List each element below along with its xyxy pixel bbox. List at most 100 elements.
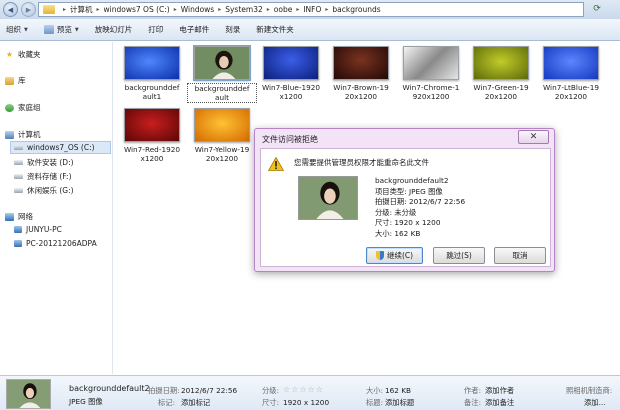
chevron-icon: ▸: [296, 6, 300, 13]
details-file-type: JPEG 图像: [69, 397, 103, 406]
rating-stars[interactable]: ☆☆☆☆☆: [283, 385, 324, 394]
drive-icon: [14, 145, 23, 150]
file-thumbnail: [263, 46, 319, 80]
dialog-title: 文件访问被拒绝: [262, 135, 318, 144]
star-icon: ★: [5, 50, 14, 59]
new-folder-button[interactable]: 新建文件夹: [256, 24, 294, 35]
file-thumbnail: [124, 46, 180, 80]
file-item[interactable]: backgrounddef ault1: [117, 43, 187, 111]
breadcrumb-system32[interactable]: System32: [225, 5, 263, 14]
photo-thumbnail: [193, 45, 251, 81]
chevron-icon: ▸: [173, 6, 177, 13]
breadcrumb-info[interactable]: INFO: [303, 5, 321, 14]
details-date-value[interactable]: 2012/6/7 22:56: [181, 386, 237, 395]
refresh-icon[interactable]: ⟳: [590, 3, 604, 16]
details-author-value[interactable]: 添加作者: [485, 386, 514, 396]
back-button[interactable]: ◀: [3, 2, 18, 17]
folder-icon: [43, 5, 55, 14]
breadcrumb-backgrounds[interactable]: backgrounds: [332, 5, 380, 14]
file-thumbnail: [194, 108, 250, 142]
file-thumbnail: [543, 46, 599, 80]
chevron-icon: ▸: [63, 6, 67, 13]
navigation-pane: ★ 收藏夹 库 家庭组 计算机 windows7_OS (C:) 软件安装 (D:…: [0, 42, 113, 374]
file-info: backgrounddefault2 项目类型: JPEG 图像 拍摄日期: 2…: [375, 176, 465, 239]
details-pane: backgrounddefault2 JPEG 图像 拍摄日期: 2012/6/…: [0, 375, 620, 410]
address-bar[interactable]: ▸ 计算机 ▸ windows7 OS (C:) ▸ Windows ▸ Sys…: [38, 2, 584, 17]
file-item[interactable]: Win7-Brown-19 20x1200: [326, 43, 396, 111]
skip-button[interactable]: 跳过(S): [433, 247, 485, 264]
nav-drive-c[interactable]: windows7_OS (C:): [10, 141, 111, 154]
burn-button[interactable]: 刻录: [225, 24, 240, 35]
nav-network[interactable]: 网络: [5, 211, 33, 222]
nav-drive-f[interactable]: 资料存储 (F:): [14, 171, 72, 182]
slideshow-button[interactable]: 放映幻灯片: [95, 24, 133, 35]
nav-homegroup[interactable]: 家庭组: [5, 102, 41, 113]
email-button[interactable]: 电子邮件: [179, 24, 209, 35]
file-item[interactable]: Win7-Green-19 20x1200: [466, 43, 536, 111]
nav-favorites[interactable]: ★ 收藏夹: [5, 49, 41, 60]
file-preview-image: [298, 176, 358, 220]
drive-icon: [14, 188, 23, 193]
breadcrumb-drive-c[interactable]: windows7 OS (C:): [104, 5, 170, 14]
breadcrumb-oobe[interactable]: oobe: [274, 5, 293, 14]
organize-button[interactable]: 组织 ▼: [6, 24, 28, 35]
details-file-name: backgrounddefault2: [69, 384, 150, 393]
file-type: 项目类型: JPEG 图像: [375, 186, 443, 196]
nav-computer[interactable]: 计算机: [5, 129, 41, 140]
warning-icon: [268, 157, 284, 171]
details-comment-label: 备注:: [464, 398, 482, 407]
print-button[interactable]: 打印: [148, 24, 163, 35]
preview-icon: [43, 25, 54, 34]
address-row: ◀ ▶ ▸ 计算机 ▸ windows7 OS (C:) ▸ Windows ▸…: [0, 0, 620, 19]
nav-pc-2012[interactable]: PC-20121206ADPA: [14, 239, 97, 248]
details-author-label: 作者:: [464, 386, 482, 395]
drive-icon: [14, 174, 23, 179]
file-item[interactable]: Win7-LtBlue-19 20x1200: [536, 43, 606, 111]
nav-libraries[interactable]: 库: [5, 75, 26, 86]
continue-button[interactable]: 继续(C): [366, 247, 423, 264]
close-button[interactable]: ✕: [518, 130, 549, 144]
file-thumbnail: [124, 108, 180, 142]
preview-button[interactable]: 预览 ▼: [43, 24, 79, 35]
details-size-value: 162 KB: [385, 386, 412, 395]
file-item[interactable]: Win7-Blue-1920 x1200: [256, 43, 326, 111]
forward-button[interactable]: ▶: [21, 2, 36, 17]
nav-pc-junyu[interactable]: JUNYU-PC: [14, 225, 62, 234]
command-bar: 组织 ▼ 预览 ▼ 放映幻灯片 打印 电子邮件 刻录 新建文件夹: [0, 19, 620, 41]
dialog-body: 您需要提供管理员权限才能重命名此文件 backgrounddefault2 项目…: [260, 148, 551, 267]
file-name: backgrounddefault2: [375, 176, 449, 185]
breadcrumb-computer[interactable]: 计算机: [70, 4, 93, 15]
library-icon: [5, 76, 14, 85]
file-date-taken: 拍摄日期: 2012/6/7 22:56: [375, 197, 466, 206]
details-date-label: 拍摄日期:: [148, 386, 180, 395]
homegroup-icon: [5, 103, 14, 112]
file-item[interactable]: backgrounddef ault: [187, 43, 257, 111]
file-rating: 分级: 未分级: [375, 207, 417, 217]
file-thumbnail: [333, 46, 389, 80]
cancel-button[interactable]: 取消: [494, 247, 546, 264]
nav-drive-g[interactable]: 休闲娱乐 (G:): [14, 185, 74, 196]
details-comment-value[interactable]: 添加备注: [485, 398, 514, 408]
file-thumbnail: [473, 46, 529, 80]
caret-down-icon: ▼: [24, 26, 28, 33]
details-camera-label: 照相机制造商:: [566, 386, 613, 395]
details-tags-value[interactable]: 添加标记: [181, 398, 210, 408]
details-title-value[interactable]: 添加标题: [385, 398, 414, 408]
details-camera-value[interactable]: 添加...: [584, 398, 606, 408]
file-access-denied-dialog: 文件访问被拒绝 ✕ 您需要提供管理员权限才能重命名此文件 backgroundd…: [254, 128, 555, 272]
details-size-label: 大小:: [366, 386, 384, 395]
details-rating-label: 分级:: [262, 386, 280, 395]
file-item[interactable]: Win7-Red-1920 x1200: [117, 105, 187, 173]
file-thumbnail: [403, 46, 459, 80]
dialog-message: 您需要提供管理员权限才能重命名此文件: [294, 158, 429, 167]
monitor-icon: [14, 240, 22, 247]
uac-shield-icon: [375, 251, 384, 260]
computer-icon: [5, 130, 14, 139]
file-item[interactable]: Win7-Chrome-1 920x1200: [396, 43, 466, 111]
file-size: 大小: 162 KB: [375, 228, 421, 238]
chevron-icon: ▸: [96, 6, 100, 13]
nav-drive-d[interactable]: 软件安装 (D:): [14, 157, 74, 168]
file-item[interactable]: Win7-Yellow-19 20x1200: [187, 105, 257, 173]
breadcrumb-windows[interactable]: Windows: [181, 5, 214, 14]
details-title-label: 标题:: [366, 398, 384, 407]
